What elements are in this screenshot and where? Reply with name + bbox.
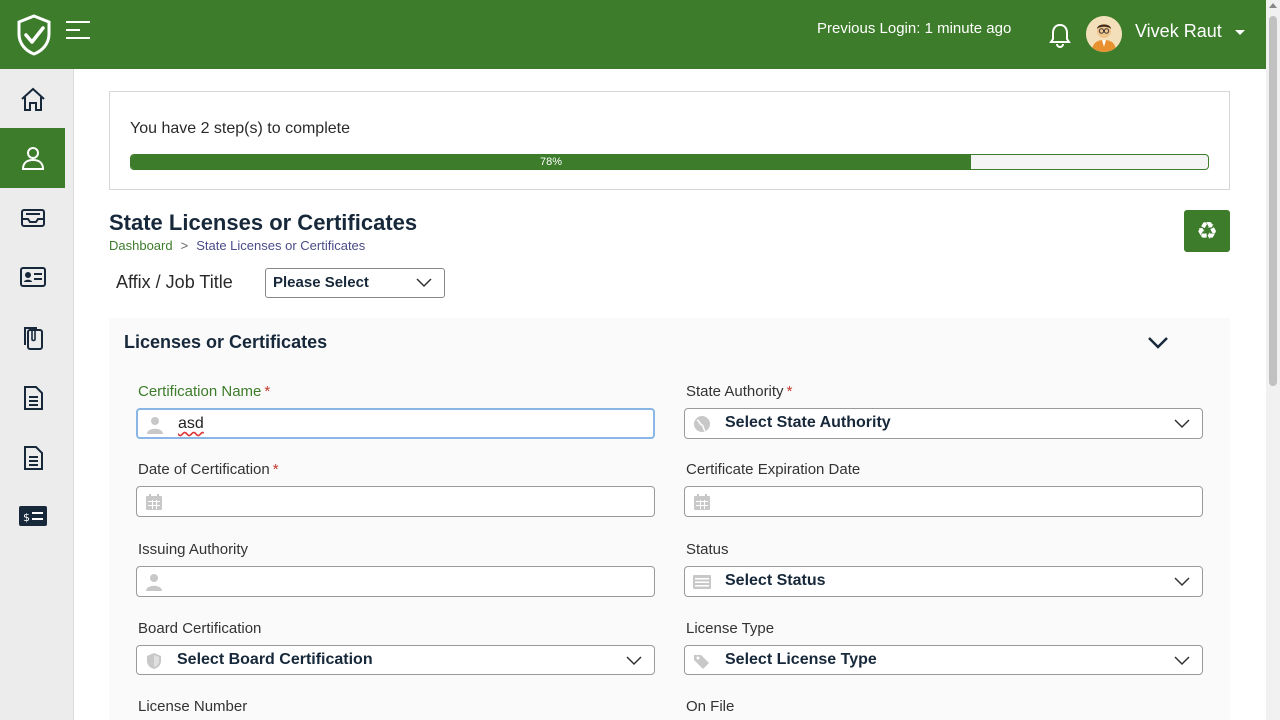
steps-remaining-text: You have 2 step(s) to complete [130,120,350,137]
id-card-icon [19,267,46,287]
breadcrumb-separator: > [180,238,189,253]
affix-job-title-label: Affix / Job Title [116,272,233,292]
certification-name-input[interactable]: asd [136,408,655,439]
sidebar-item-file-alt[interactable] [0,428,65,488]
license-type-value: Select License Type [725,651,877,668]
expiration-date-label: Certificate Expiration Date [686,461,861,478]
state-authority-select[interactable]: Select State Authority [684,408,1203,439]
shield-icon [147,653,161,669]
inbox-icon [20,209,45,227]
person-icon [146,574,162,591]
on-file-label: On File [686,698,735,715]
sidebar-item-inbox[interactable] [0,188,65,248]
date-of-certification-input[interactable] [136,486,655,517]
licenses-section: Licenses or Certificates Certification N… [109,318,1230,720]
shield-check-logo-icon[interactable] [16,14,52,56]
breadcrumb-link-dashboard[interactable]: Dashboard [109,238,173,253]
globe-icon [694,416,710,432]
recycle-button[interactable]: ♻ [1184,210,1230,252]
board-certification-select[interactable]: Select Board Certification [136,645,655,675]
file-alt-icon [23,446,43,470]
svg-text:$: $ [23,511,30,524]
recycle-icon: ♻ [1196,217,1218,245]
sidebar-item-file[interactable] [0,368,65,428]
status-value: Select Status [725,572,826,589]
scroll-up-arrow-icon[interactable] [1269,3,1277,8]
sidebar-item-documents[interactable] [0,308,65,368]
chevron-down-icon [1174,656,1190,666]
tags-icon [694,655,709,669]
file-icon [23,386,43,410]
affix-job-title-select[interactable]: Please Select [265,268,445,298]
scrollbar-thumb[interactable] [1269,16,1277,386]
certification-name-value: asd [178,415,204,432]
status-select[interactable]: Select Status [684,566,1203,597]
user-name[interactable]: Vivek Raut [1135,21,1222,42]
state-authority-label: State Authority * [686,383,793,400]
sidebar-item-billing[interactable]: $ [0,486,65,546]
issuing-authority-label: Issuing Authority [138,541,249,558]
issuing-authority-input[interactable] [136,566,655,597]
certification-name-label: Certification Name * [138,383,271,400]
date-of-certification-label: Date of Certification * [138,461,279,478]
sidebar-item-id-card[interactable] [0,247,65,307]
notification-bell-icon[interactable] [1048,22,1072,48]
progress-card: You have 2 step(s) to complete 78% [109,91,1230,190]
breadcrumb: Dashboard > State Licenses or Certificates [109,238,365,253]
progress-percent-label: 78% [540,156,563,168]
chevron-down-icon [1174,419,1190,429]
chevron-down-icon[interactable] [1234,29,1246,37]
affix-selected-value: Please Select [273,274,369,291]
board-certification-label: Board Certification [138,620,262,637]
user-icon [21,147,44,170]
license-type-select[interactable]: Select License Type [684,645,1203,675]
calendar-icon [146,494,162,510]
expiration-date-input[interactable] [684,486,1203,517]
page-scrollbar[interactable] [1266,0,1280,720]
sidebar-item-profile[interactable] [0,128,65,188]
board-certification-value: Select Board Certification [177,651,373,668]
documents-icon [23,327,43,350]
progress-bar: 78% [130,154,1209,170]
home-icon [20,87,45,111]
section-title: Licenses or Certificates [124,332,328,352]
collapse-chevron-icon[interactable] [1147,336,1169,350]
previous-login-text: Previous Login: 1 minute ago [817,20,1012,37]
status-list-icon [693,575,711,589]
sidebar: $ [0,69,74,720]
page-title: State Licenses or Certificates [109,210,418,235]
chevron-down-icon [416,278,432,288]
sidebar-item-home[interactable] [0,69,65,129]
chevron-down-icon [626,656,642,666]
user-avatar[interactable] [1086,16,1122,52]
top-bar: Previous Login: 1 minute ago Vivek Raut [0,0,1266,69]
billing-icon: $ [18,506,47,526]
status-label: Status [686,541,729,558]
state-authority-value: Select State Authority [725,414,891,431]
calendar-icon [694,494,710,510]
breadcrumb-current: State Licenses or Certificates [196,238,366,253]
person-icon [147,417,163,434]
license-type-label: License Type [686,620,775,637]
chevron-down-icon [1174,577,1190,587]
menu-toggle-icon[interactable] [64,18,94,42]
license-number-label: License Number [138,698,248,715]
